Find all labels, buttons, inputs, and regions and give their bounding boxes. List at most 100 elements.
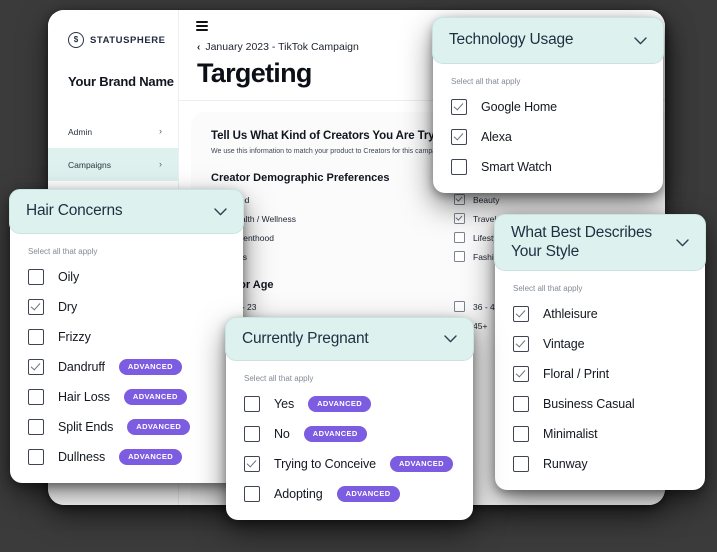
select-hint: Select all that apply	[244, 374, 314, 383]
checkbox-label: Runway	[543, 457, 588, 471]
checkbox-row[interactable]: Hair Loss ADVANCED	[28, 389, 225, 405]
dropdown-body: Select all that apply Google Home Alexa …	[433, 63, 663, 193]
breadcrumb[interactable]: ‹ January 2023 - TikTok Campaign	[197, 41, 359, 53]
checkbox-label: Floral / Print	[543, 367, 609, 381]
checkbox-label: Athleisure	[543, 307, 598, 321]
advanced-badge: ADVANCED	[118, 359, 182, 375]
checkbox-icon[interactable]	[454, 251, 465, 262]
checkbox-label: Dullness	[58, 450, 106, 464]
checkbox-label: Google Home	[481, 100, 558, 114]
checkbox-icon[interactable]	[513, 396, 529, 412]
chevron-down-icon[interactable]	[444, 335, 457, 343]
checkbox-label: Split Ends	[58, 420, 114, 434]
checkbox-row[interactable]: Yes ADVANCED	[244, 396, 455, 412]
chevron-right-icon: ›	[159, 126, 162, 136]
dropdown-header-technology-usage[interactable]: Technology Usage	[432, 17, 664, 64]
checkbox-row[interactable]: Split Ends ADVANCED	[28, 419, 225, 435]
interest-option[interactable]: Food	[211, 194, 442, 205]
checkbox-icon[interactable]	[451, 129, 467, 145]
checkbox-icon[interactable]	[244, 426, 260, 442]
checkbox-row[interactable]: Minimalist	[513, 426, 687, 442]
checkbox-icon[interactable]	[513, 336, 529, 352]
brand-logo[interactable]: $ STATUSPHERE	[48, 28, 178, 48]
dropdown-header-currently-pregnant[interactable]: Currently Pregnant	[225, 317, 474, 361]
select-hint: Select all that apply	[28, 247, 98, 256]
advanced-badge: ADVANCED	[123, 389, 187, 405]
checkbox-icon[interactable]	[451, 99, 467, 115]
checkbox-icon[interactable]	[454, 232, 465, 243]
checkbox-row[interactable]: Dullness ADVANCED	[28, 449, 225, 465]
checkbox-icon[interactable]	[513, 426, 529, 442]
checkbox-label: Dandruff	[58, 360, 105, 374]
advanced-badge: ADVANCED	[389, 456, 453, 472]
checkbox-row[interactable]: Floral / Print	[513, 366, 687, 382]
dropdown-card-hair-concerns: Hair Concerns Select all that apply Oily…	[9, 189, 244, 483]
checkbox-row[interactable]: Google Home	[451, 99, 645, 115]
checkbox-label: Adopting	[274, 487, 323, 501]
age-option[interactable]: 18 - 23	[211, 301, 442, 312]
option-label: Beauty	[473, 194, 500, 205]
dropdown-body: Select all that apply Athleisure Vintage…	[495, 270, 705, 490]
checkbox-row[interactable]: Runway	[513, 456, 687, 472]
checkbox-row[interactable]: Athleisure	[513, 306, 687, 322]
dropdown-body: Select all that apply Oily Dry Frizzy Da…	[10, 233, 243, 483]
checkbox-icon[interactable]	[28, 449, 44, 465]
advanced-badge: ADVANCED	[308, 396, 372, 412]
checkbox-row[interactable]: Dandruff ADVANCED	[28, 359, 225, 375]
dropdown-card-style: What Best Describes Your Style Select al…	[494, 214, 706, 490]
checkbox-icon[interactable]	[451, 159, 467, 175]
checkbox-icon[interactable]	[28, 419, 44, 435]
sidebar-item-admin[interactable]: Admin ›	[48, 115, 178, 148]
checkbox-row[interactable]: Trying to Conceive ADVANCED	[244, 456, 455, 472]
checkbox-row[interactable]: Oily	[28, 269, 225, 285]
sidebar-item-campaigns[interactable]: Campaigns ›	[48, 148, 178, 181]
checkbox-icon[interactable]	[28, 359, 44, 375]
status-coin-icon: $	[68, 32, 84, 48]
advanced-badge: ADVANCED	[336, 486, 400, 502]
checkbox-row[interactable]: Dry	[28, 299, 225, 315]
checkbox-row[interactable]: Alexa	[451, 129, 645, 145]
checkbox-icon[interactable]	[454, 194, 465, 205]
checkbox-icon[interactable]	[28, 269, 44, 285]
back-caret-icon: ‹	[197, 41, 201, 53]
checkbox-icon[interactable]	[28, 329, 44, 345]
checkbox-row[interactable]: Smart Watch	[451, 159, 645, 175]
checkbox-row[interactable]: Adopting ADVANCED	[244, 486, 455, 502]
option-label: Travel	[473, 213, 497, 224]
checkbox-icon[interactable]	[513, 306, 529, 322]
checkbox-icon[interactable]	[454, 213, 465, 224]
dropdown-title: Hair Concerns	[26, 202, 123, 220]
advanced-badge: ADVANCED	[303, 426, 367, 442]
hamburger-icon[interactable]	[196, 21, 208, 33]
dropdown-header-style[interactable]: What Best Describes Your Style	[494, 214, 706, 271]
checkbox-label: Oily	[58, 270, 80, 284]
checkbox-row[interactable]: Business Casual	[513, 396, 687, 412]
chevron-down-icon[interactable]	[634, 36, 647, 45]
checkbox-icon[interactable]	[244, 456, 260, 472]
checkbox-label: Yes	[274, 397, 295, 411]
checkbox-icon[interactable]	[244, 396, 260, 412]
dropdown-header-hair-concerns[interactable]: Hair Concerns	[9, 189, 244, 234]
checkbox-row[interactable]: Vintage	[513, 336, 687, 352]
checkbox-row[interactable]: No ADVANCED	[244, 426, 455, 442]
chevron-down-icon[interactable]	[214, 207, 227, 216]
checkbox-icon[interactable]	[513, 366, 529, 382]
interest-option[interactable]: Pets	[211, 251, 442, 262]
dropdown-title: Currently Pregnant	[242, 329, 369, 347]
checkbox-icon[interactable]	[454, 301, 465, 312]
sidebar-item-label: Campaigns	[68, 159, 111, 170]
interest-option[interactable]: Health / Wellness	[211, 213, 442, 224]
checkbox-row[interactable]: Frizzy	[28, 329, 225, 345]
chevron-down-icon[interactable]	[676, 238, 689, 247]
checkbox-icon[interactable]	[513, 456, 529, 472]
interest-option[interactable]: Beauty	[454, 194, 665, 205]
sidebar-item-label: Admin	[68, 126, 93, 137]
checkbox-icon[interactable]	[244, 486, 260, 502]
interest-option[interactable]: Parenthood	[211, 232, 442, 243]
checkbox-label: Frizzy	[58, 330, 91, 344]
select-hint: Select all that apply	[451, 77, 521, 86]
checkbox-icon[interactable]	[28, 389, 44, 405]
checkbox-icon[interactable]	[28, 299, 44, 315]
chevron-right-icon: ›	[159, 159, 162, 169]
dropdown-card-technology-usage: Technology Usage Select all that apply G…	[432, 17, 664, 193]
